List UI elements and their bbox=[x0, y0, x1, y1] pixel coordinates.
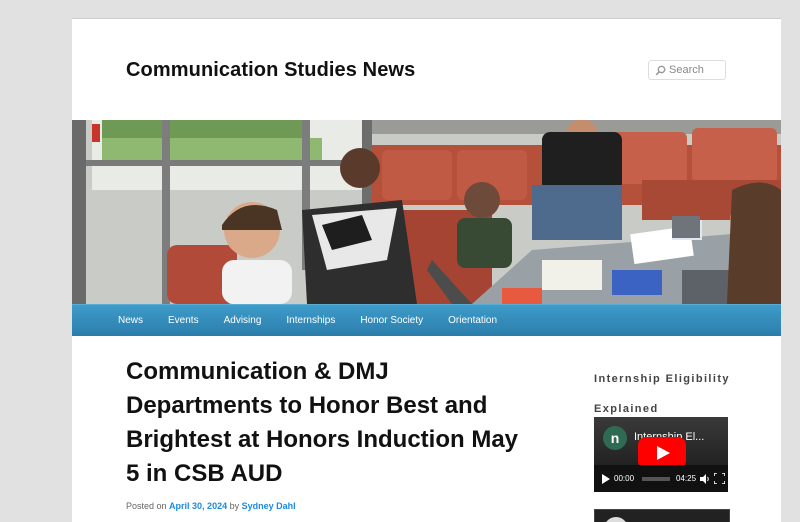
posted-on-label: Posted on bbox=[126, 501, 167, 511]
nav-item-orientation[interactable]: Orientation bbox=[448, 315, 497, 326]
volume-icon[interactable] bbox=[700, 473, 710, 484]
duration: 04:25 bbox=[676, 474, 697, 483]
search-box[interactable] bbox=[648, 60, 726, 80]
main-navigation: News Events Advising Internships Honor S… bbox=[72, 304, 781, 336]
channel-avatar[interactable]: n bbox=[603, 426, 627, 450]
nav-item-advising[interactable]: Advising bbox=[224, 315, 262, 326]
nav-item-honor-society[interactable]: Honor Society bbox=[360, 315, 423, 326]
video-player[interactable]: n Internship El... 00:00 04:25 bbox=[594, 417, 728, 492]
progress-bar[interactable] bbox=[642, 476, 671, 481]
page: Communication Studies News Search News E… bbox=[72, 18, 781, 522]
second-video-avatar bbox=[604, 517, 628, 522]
post-author-link[interactable]: Sydney Dahl bbox=[242, 501, 296, 511]
search-icon bbox=[653, 62, 667, 78]
nav-item-events[interactable]: Events bbox=[168, 315, 199, 326]
search-input[interactable] bbox=[667, 62, 725, 78]
post-date-link[interactable]: April 30, 2024 bbox=[169, 501, 227, 511]
post-title[interactable]: Communication & DMJ Departments to Honor… bbox=[126, 355, 531, 491]
sidebar-widget-title: Internship Eligibility Explained bbox=[594, 373, 730, 415]
nav-item-internships[interactable]: Internships bbox=[286, 315, 335, 326]
current-time: 00:00 bbox=[614, 474, 635, 483]
site-title[interactable]: Communication Studies News bbox=[126, 59, 415, 82]
by-label: by bbox=[229, 501, 240, 511]
post-meta: Posted on April 30, 2024 by Sydney Dahl bbox=[126, 501, 296, 511]
nav-item-news[interactable]: News bbox=[118, 315, 143, 326]
video-controls: 00:00 04:25 bbox=[594, 465, 728, 492]
header-image bbox=[72, 120, 781, 304]
second-video-player[interactable] bbox=[594, 509, 730, 522]
fullscreen-icon[interactable] bbox=[713, 472, 726, 485]
play-icon[interactable] bbox=[602, 473, 610, 484]
